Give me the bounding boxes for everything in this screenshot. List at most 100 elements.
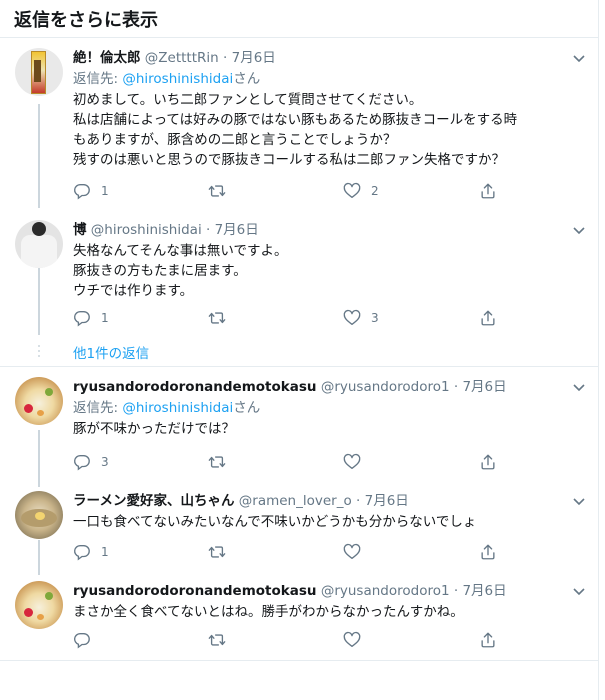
tweet-text: 失格なんてそんな事は無いですよ。 豚抜きの方もたまに居ます。 ウチでは作ります。 xyxy=(73,241,588,301)
avatar[interactable] xyxy=(15,491,63,539)
reply-button[interactable]: 1 xyxy=(73,308,109,328)
reply-button[interactable]: 1 xyxy=(73,181,109,201)
tweet-text-line: まさか全く食べてないとはね。勝手がわからなかったんすかね。 xyxy=(73,604,464,620)
reply-icon xyxy=(74,455,90,471)
reply-to-suffix: さん xyxy=(233,71,261,87)
tweet-date[interactable]: 7月6日 xyxy=(365,493,409,509)
reply-button[interactable]: 3 xyxy=(73,452,109,472)
meta-dot: · xyxy=(356,493,361,509)
tweet-text: 初めまして。いち二郎ファンとして質問させてください。 私は店舗によっては好みの豚… xyxy=(73,90,588,170)
avatar-detail xyxy=(45,388,53,396)
reply-icon xyxy=(74,545,90,561)
like-button[interactable]: 2 xyxy=(343,181,379,201)
retweet-button[interactable] xyxy=(208,308,236,328)
retweet-button[interactable] xyxy=(208,542,236,562)
tweet-text-line: 豚抜きの方もたまに居ます。 xyxy=(73,263,247,279)
tweet-text-line: 一口も食べてないみたいなんで不味いかどうかも分からないでしょ xyxy=(73,514,477,530)
tweet-text-line: 豚が不味かっただけでは？ xyxy=(73,421,235,437)
user-handle[interactable]: @ryusandorodoro1 xyxy=(321,379,450,395)
avatar[interactable] xyxy=(15,581,63,629)
chevron-down-icon[interactable] xyxy=(572,54,586,64)
reply-icon xyxy=(74,184,90,200)
user-handle[interactable]: @hiroshinishidai xyxy=(91,222,202,238)
like-button[interactable] xyxy=(343,452,371,472)
reply-icon xyxy=(74,311,90,327)
chevron-down-icon[interactable] xyxy=(572,587,586,597)
retweet-button[interactable] xyxy=(208,630,236,650)
tweet-meta: 博 @hiroshinishidai · 7月6日 xyxy=(73,220,588,240)
tweet-text-line: 残すのは悪いと思うので豚抜きコールする私は二郎ファン失格ですか？ xyxy=(73,152,505,168)
avatar-detail xyxy=(37,410,44,416)
tweet-text: まさか全く食べてないとはね。勝手がわからなかったんすかね。 xyxy=(73,602,588,622)
like-button[interactable] xyxy=(343,542,371,562)
avatar[interactable] xyxy=(15,377,63,425)
share-button[interactable] xyxy=(479,452,497,472)
share-button[interactable] xyxy=(479,542,497,562)
like-button[interactable]: 3 xyxy=(343,308,379,328)
book-spine xyxy=(34,60,41,82)
reply-to-label: 返信先: xyxy=(73,71,123,87)
retweet-button[interactable] xyxy=(208,181,236,201)
tweet[interactable]: 博 @hiroshinishidai · 7月6日 失格なんてそんな事は無いです… xyxy=(0,210,598,340)
like-icon xyxy=(343,453,361,469)
avatar-detail xyxy=(45,592,53,600)
tweet-date[interactable]: 7月6日 xyxy=(462,379,506,395)
share-button[interactable] xyxy=(479,308,497,328)
tweet-date[interactable]: 7月6日 xyxy=(215,222,259,238)
reply-button[interactable] xyxy=(73,630,101,650)
avatar-head xyxy=(32,222,46,236)
chevron-down-icon[interactable] xyxy=(572,226,586,236)
tweet-text-line: 私は店舗によっては好みの豚ではない豚もあるため豚抜きコールをする時 xyxy=(73,112,518,128)
reply-mention-link[interactable]: @hiroshinishidai xyxy=(122,71,233,87)
avatar[interactable] xyxy=(15,48,63,96)
meta-dot: · xyxy=(223,50,228,66)
like-icon xyxy=(343,309,361,325)
tweet[interactable]: 絶！倫太郎 @ZettttRin · 7月6日 返信先: @hiroshinis… xyxy=(0,38,598,210)
avatar-shirt xyxy=(21,235,57,268)
tweet-actions: 3 xyxy=(73,452,513,472)
display-name[interactable]: ryusandorodoronandemotokasu xyxy=(73,583,317,599)
reply-button[interactable]: 1 xyxy=(73,542,109,562)
share-button[interactable] xyxy=(479,630,497,650)
user-handle[interactable]: @ramen_lover_o xyxy=(239,493,352,509)
tweet-actions: 1 2 xyxy=(73,181,513,201)
tweet-text-line: もありますが、豚含めの二郎と言うことでしょうか？ xyxy=(73,132,397,148)
tweet[interactable]: ryusandorodoronandemotokasu @ryusandorod… xyxy=(0,573,598,657)
avatar[interactable] xyxy=(15,220,63,268)
display-name[interactable]: 博 xyxy=(73,222,87,238)
share-button[interactable] xyxy=(479,181,497,201)
retweet-button[interactable] xyxy=(208,452,236,472)
tweet-meta: 絶！倫太郎 @ZettttRin · 7月6日 xyxy=(73,48,588,68)
tweet-date[interactable]: 7月6日 xyxy=(232,50,276,66)
tweet[interactable]: ryusandorodoronandemotokasu @ryusandorod… xyxy=(0,367,598,481)
like-button[interactable] xyxy=(343,630,371,650)
reply-icon xyxy=(74,633,90,649)
tweet-text-line: 初めまして。いち二郎ファンとして質問させてください。 xyxy=(73,92,423,108)
chevron-down-icon[interactable] xyxy=(572,383,586,393)
user-handle[interactable]: @ryusandorodoro1 xyxy=(321,583,450,599)
retweet-icon xyxy=(208,312,226,324)
reply-count: 3 xyxy=(101,455,109,469)
display-name[interactable]: ラーメン愛好家、山ちゃん xyxy=(73,493,234,509)
display-name[interactable]: 絶！倫太郎 xyxy=(73,50,141,66)
avatar-detail xyxy=(24,404,33,413)
tweet-date[interactable]: 7月6日 xyxy=(462,583,506,599)
display-name[interactable]: ryusandorodoronandemotokasu xyxy=(73,379,317,395)
tweet[interactable]: ラーメン愛好家、山ちゃん @ramen_lover_o · 7月6日 一口も食べ… xyxy=(0,481,598,573)
reply-to-label: 返信先: xyxy=(73,400,123,416)
share-icon xyxy=(481,310,495,326)
reply-count: 1 xyxy=(101,545,109,559)
reply-mention-link[interactable]: @hiroshinishidai xyxy=(122,400,233,416)
page-title: 返信をさらに表示 xyxy=(14,10,158,31)
avatar-detail xyxy=(37,614,44,620)
meta-dot: · xyxy=(206,222,211,238)
tweet-text-line: 失格なんてそんな事は無いですよ。 xyxy=(73,243,288,259)
header: 返信をさらに表示 xyxy=(0,0,598,38)
share-icon xyxy=(481,632,495,648)
user-handle[interactable]: @ZettttRin xyxy=(145,50,219,66)
tweet-actions xyxy=(73,630,513,650)
share-icon xyxy=(481,454,495,470)
like-count: 2 xyxy=(371,184,379,198)
chevron-down-icon[interactable] xyxy=(572,497,586,507)
show-more-replies-link[interactable]: 他1件の返信 xyxy=(73,342,149,362)
